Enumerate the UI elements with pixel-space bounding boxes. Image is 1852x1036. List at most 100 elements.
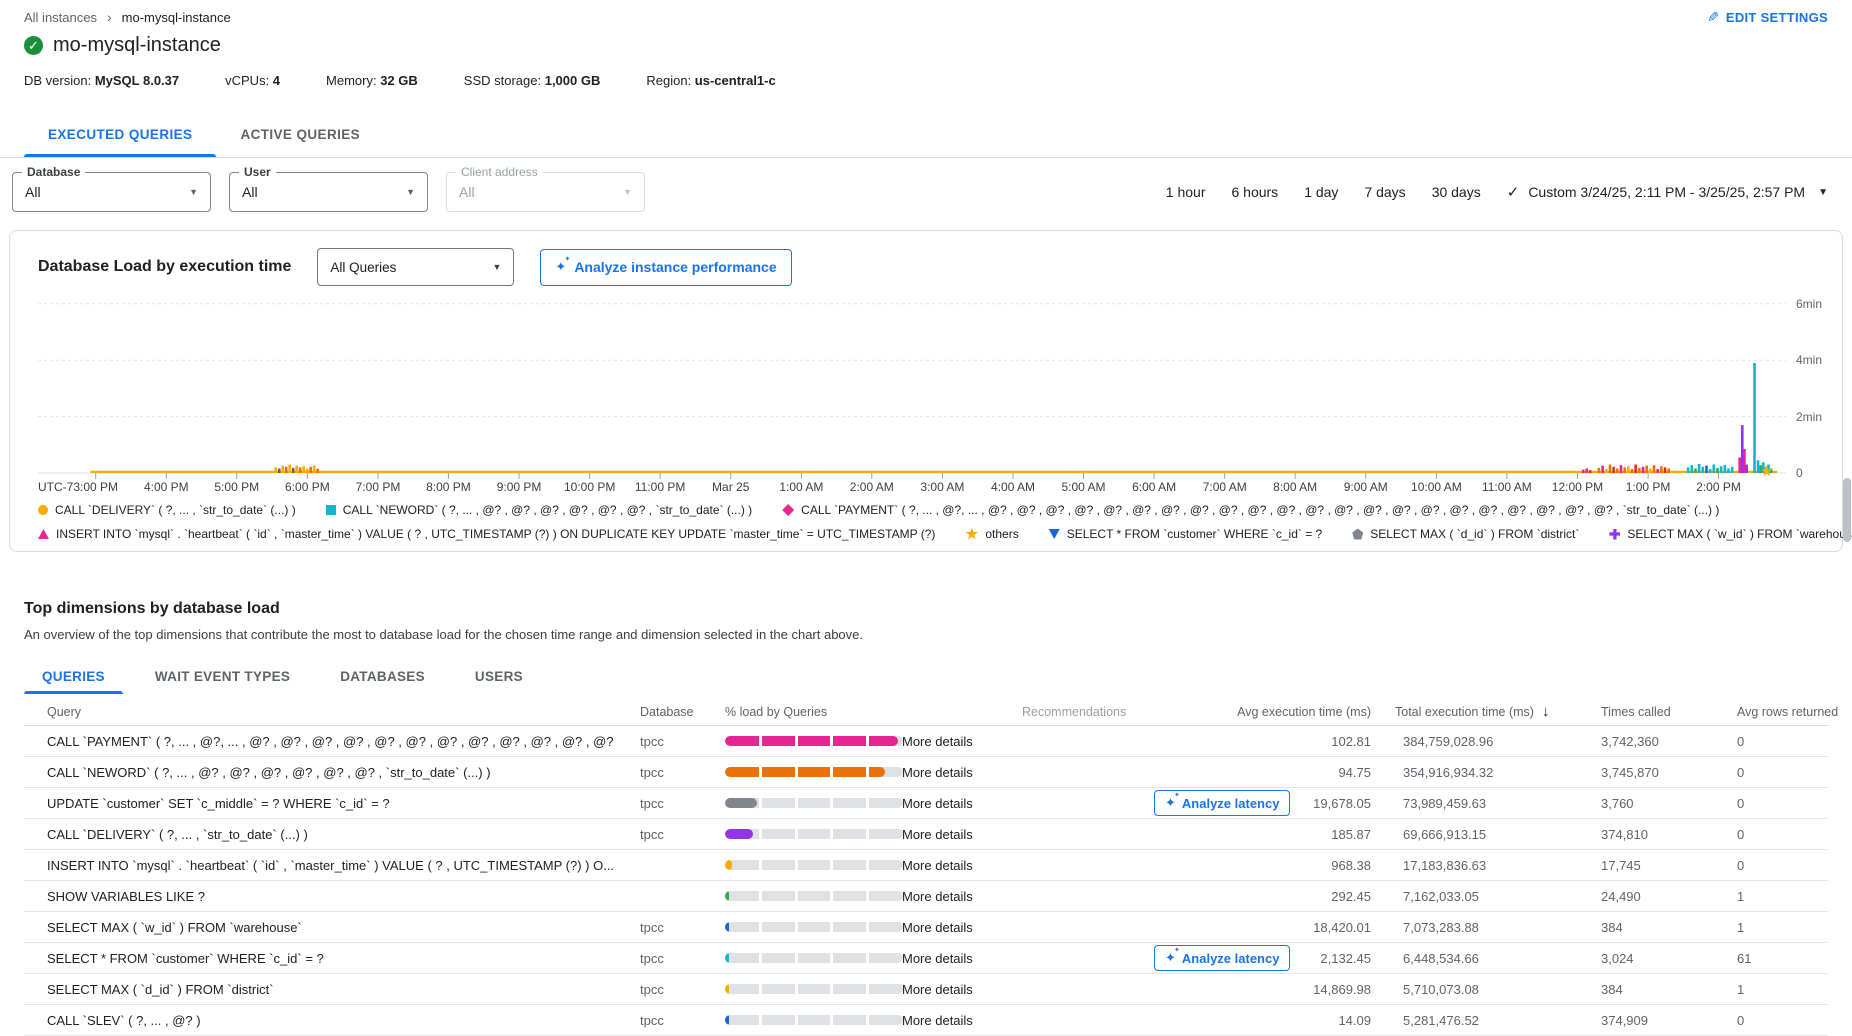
client-address-filter-select: Client address All ▼ [446,172,645,212]
sparkle-icon: ✦ [1165,795,1176,811]
instance-details: DB version: MySQL 8.0.37vCPUs: 4Memory: … [24,73,1852,88]
query-text[interactable]: CALL `NEWORD` ( ?, ... , @? , @? , @? , … [24,765,614,780]
query-dimension-select[interactable]: All Queries ▼ [317,248,514,286]
avg-execution-time-value: 185.87 [1331,827,1371,842]
more-details-link[interactable]: More details [894,765,1014,780]
avg-rows-returned-cell: 0 [1724,734,1828,749]
diamond-marker-icon [782,504,794,516]
avg-rows-returned-cell: 61 [1724,951,1828,966]
time-option-30-days[interactable]: 30 days [1432,184,1481,200]
load-cell [704,891,894,901]
legend-item[interactable]: SELECT MAX ( `w_id` ) FROM `warehouse` [1609,527,1852,541]
legend-item[interactable]: others [965,527,1018,541]
dimension-tab-queries[interactable]: QUERIES [24,660,123,692]
load-bar-separator [795,860,798,870]
table-row: CALL `SLEV` ( ?, ... , @? )tpccMore deta… [24,1005,1828,1036]
column-header-rows[interactable]: Avg rows returned [1724,705,1828,719]
legend-item[interactable]: SELECT MAX ( `d_id` ) FROM `district` [1352,527,1579,541]
legend-item[interactable]: INSERT INTO `mysql` . `heartbeat` ( `id`… [38,527,935,541]
database-cell: tpcc [614,827,704,842]
database-cell: tpcc [614,734,704,749]
query-text[interactable]: SHOW VARIABLES LIKE ? [24,889,614,904]
load-bar-separator [830,953,833,963]
load-bar-fill [725,1015,729,1025]
more-details-link[interactable]: More details [894,827,1014,842]
time-option-1-day[interactable]: 1 day [1304,184,1338,200]
load-chart-plot [38,298,1786,481]
load-bar-separator [759,1015,762,1025]
breadcrumb-all-instances[interactable]: All instances [24,10,97,25]
chart-x-tick-label: 2:00 AM [850,480,894,494]
query-text[interactable]: SELECT MAX ( `w_id` ) FROM `warehouse` [24,920,614,935]
avg-rows-returned-cell: 1 [1724,920,1828,935]
top-bar: All instances › mo-mysql-instance ✎ EDIT… [0,0,1852,28]
column-header-avg[interactable]: Avg execution time (ms) [1154,705,1379,719]
detail-value: us-central1-c [695,73,776,88]
load-bar-separator [830,798,833,808]
time-option-1-hour[interactable]: 1 hour [1166,184,1206,200]
times-called-cell: 384 [1589,982,1724,997]
query-text[interactable]: CALL `PAYMENT` ( ?, ... , @?, ... , @? ,… [24,734,614,749]
database-filter-select[interactable]: Database All ▼ [12,172,211,212]
query-text[interactable]: SELECT * FROM `customer` WHERE `c_id` = … [24,951,614,966]
more-details-link[interactable]: More details [894,920,1014,935]
time-option-7-days[interactable]: 7 days [1364,184,1405,200]
more-details-link[interactable]: More details [894,1013,1014,1028]
analyze-latency-button[interactable]: ✦Analyze latency [1154,790,1290,816]
avg-rows-returned-cell: 0 [1724,1013,1828,1028]
chart-x-tick-label: 1:00 AM [779,480,823,494]
more-details-link[interactable]: More details [894,734,1014,749]
chart-x-tick-label: 4:00 AM [991,480,1035,494]
detail-value: 32 GB [380,73,418,88]
more-details-link[interactable]: More details [894,889,1014,904]
chart-x-tick-label: 3:00 PM [73,480,118,494]
circle-marker-icon [38,505,48,515]
dimension-tab-users[interactable]: USERS [457,660,541,692]
chart-x-tick-label: 4:00 PM [144,480,189,494]
load-bar-separator [759,922,762,932]
query-text[interactable]: INSERT INTO `mysql` . `heartbeat` ( `id`… [24,858,614,873]
avg-execution-time-value: 94.75 [1338,765,1371,780]
more-details-link[interactable]: More details [894,951,1014,966]
load-bar-separator [795,922,798,932]
query-text[interactable]: UPDATE `customer` SET `c_middle` = ? WHE… [24,796,614,811]
total-execution-time-cell: 7,162,033.05 [1379,889,1589,904]
analyze-latency-button[interactable]: ✦Analyze latency [1154,945,1290,971]
avg-execution-time-cell: 18,420.01 [1154,920,1379,935]
analyze-instance-performance-button[interactable]: ✦ Analyze instance performance [540,249,791,286]
queries-table: QueryDatabase% load by QueriesRecommenda… [24,698,1828,1036]
legend-item[interactable]: CALL `NEWORD` ( ?, ... , @? , @? , @? , … [326,503,752,517]
times-called-cell: 384 [1589,920,1724,935]
dimension-tab-databases[interactable]: DATABASES [322,660,443,692]
edit-settings-button[interactable]: ✎ EDIT SETTINGS [1707,9,1828,26]
avg-execution-time-cell: 292.45 [1154,889,1379,904]
dimension-tab-wait-event-types[interactable]: WAIT EVENT TYPES [137,660,308,692]
more-details-link[interactable]: More details [894,858,1014,873]
avg-rows-returned-cell: 1 [1724,889,1828,904]
more-details-link[interactable]: More details [894,982,1014,997]
user-filter-select[interactable]: User All ▼ [229,172,428,212]
time-range-options: 1 hour 6 hours 1 day 7 days 30 days [1166,184,1481,200]
column-header-db: Database [614,705,704,719]
query-text[interactable]: SELECT MAX ( `d_id` ) FROM `district` [24,982,614,997]
column-header-total[interactable]: Total execution time (ms)↓ [1379,703,1589,720]
database-cell: tpcc [614,951,704,966]
sparkle-icon: ✦ [555,259,566,275]
database-filter-value: All [25,184,189,200]
tab-active-queries[interactable]: ACTIVE QUERIES [216,112,384,157]
query-text[interactable]: CALL `SLEV` ( ?, ... , @? ) [24,1013,614,1028]
query-text[interactable]: CALL `DELIVERY` ( ?, ... , `str_to_date`… [24,827,614,842]
load-bar-separator [866,798,869,808]
custom-time-range[interactable]: ✓ Custom 3/24/25, 2:11 PM - 3/25/25, 2:5… [1507,183,1828,201]
scrollbar-thumb[interactable] [1843,478,1851,542]
tab-executed-queries[interactable]: EXECUTED QUERIES [24,112,216,157]
chart-x-tick-label: 10:00 PM [564,480,615,494]
legend-item[interactable]: CALL `DELIVERY` ( ?, ... , `str_to_date`… [38,503,296,517]
column-header-reco: Recommendations [1014,705,1154,719]
time-option-6-hours[interactable]: 6 hours [1231,184,1278,200]
pentagon-marker-icon [1352,529,1363,540]
column-header-times[interactable]: Times called [1589,705,1724,719]
legend-item[interactable]: CALL `PAYMENT` ( ?, ... , @?, ... , @? ,… [782,503,1719,517]
legend-item[interactable]: SELECT * FROM `customer` WHERE `c_id` = … [1049,527,1323,541]
more-details-link[interactable]: More details [894,796,1014,811]
